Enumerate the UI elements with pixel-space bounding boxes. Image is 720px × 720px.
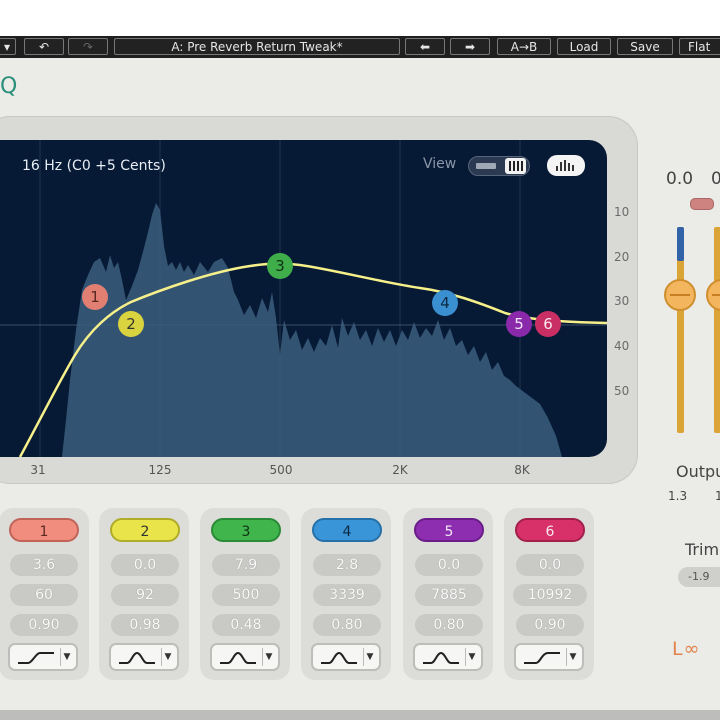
brand-logo: L∞ bbox=[672, 638, 701, 660]
band-2-gain[interactable]: 0.0 bbox=[111, 554, 179, 576]
top-margin bbox=[0, 0, 720, 36]
output-meter-readout-right: 0 bbox=[711, 169, 720, 189]
band-node-6[interactable]: 6 bbox=[535, 311, 561, 337]
dropdown-arrow-icon: ▼ bbox=[566, 648, 579, 666]
low-shelf-icon bbox=[18, 652, 54, 664]
load-button[interactable]: Load bbox=[557, 38, 611, 55]
band-5-q[interactable]: 0.80 bbox=[415, 614, 483, 636]
bottom-strip bbox=[0, 710, 720, 720]
band-6-gain[interactable]: 0.0 bbox=[516, 554, 584, 576]
output-value: 1.3 bbox=[668, 489, 688, 503]
dropdown-arrow-icon: ▼ bbox=[465, 648, 478, 666]
high-shelf-icon bbox=[524, 652, 560, 664]
redo-button[interactable]: ↷ bbox=[68, 38, 108, 55]
preset-name-field[interactable]: A: Pre Reverb Return Tweak* bbox=[114, 38, 400, 55]
band-6-frequency[interactable]: 10992 bbox=[513, 584, 587, 606]
band-6-toggle[interactable]: 6 bbox=[515, 518, 585, 542]
output-fader-handle-left[interactable] bbox=[664, 279, 696, 311]
band-node-1[interactable]: 1 bbox=[82, 284, 108, 310]
band-5-shape-select[interactable]: ▼ bbox=[413, 643, 483, 671]
freq-scale-label: 8K bbox=[514, 463, 530, 477]
output-label: Outpu bbox=[676, 462, 720, 481]
band-5-toggle[interactable]: 5 bbox=[414, 518, 484, 542]
view-label: View bbox=[423, 156, 457, 172]
db-scale-label: 10 bbox=[614, 205, 630, 219]
output-fader-track-right bbox=[714, 227, 720, 433]
band-1-shape-select[interactable]: ▼ bbox=[8, 643, 78, 671]
band-2-frequency[interactable]: 92 bbox=[111, 584, 179, 606]
db-scale-label: 30 bbox=[614, 294, 630, 308]
frequency-readout: 16 Hz (C0 +5 Cents) bbox=[22, 158, 166, 174]
band-node-2[interactable]: 2 bbox=[118, 311, 144, 337]
undo-button[interactable]: ↶ bbox=[24, 38, 64, 55]
dropdown-arrow-icon: ▼ bbox=[60, 648, 73, 666]
band-node-3[interactable]: 3 bbox=[267, 253, 293, 279]
band-3-shape-select[interactable]: ▼ bbox=[210, 643, 280, 671]
clip-indicator[interactable] bbox=[690, 198, 714, 210]
band-4-shape-select[interactable]: ▼ bbox=[311, 643, 381, 671]
freq-scale-label: 2K bbox=[392, 463, 408, 477]
band-node-5[interactable]: 5 bbox=[506, 311, 532, 337]
db-scale-label: 50 bbox=[614, 384, 630, 398]
bell-icon bbox=[119, 651, 155, 664]
compare-button[interactable]: A→B bbox=[497, 38, 551, 55]
band-3-gain[interactable]: 7.9 bbox=[212, 554, 280, 576]
spectrum-analyzer-button[interactable] bbox=[547, 155, 585, 176]
band-3-frequency[interactable]: 500 bbox=[212, 584, 280, 606]
bell-icon bbox=[220, 651, 256, 664]
band-4-q[interactable]: 0.80 bbox=[313, 614, 381, 636]
plugin-title: Q bbox=[0, 74, 18, 99]
dropdown-arrow-icon: ▼ bbox=[363, 648, 376, 666]
dropdown-arrow-icon: ▼ bbox=[262, 648, 275, 666]
band-6-shape-select[interactable]: ▼ bbox=[514, 643, 584, 671]
band-2-q[interactable]: 0.98 bbox=[111, 614, 179, 636]
save-button[interactable]: Save bbox=[617, 38, 673, 55]
output-value-right: 1 bbox=[715, 489, 720, 503]
db-scale-label: 40 bbox=[614, 339, 630, 353]
band-5-gain[interactable]: 0.0 bbox=[415, 554, 483, 576]
spectrum-icon bbox=[556, 160, 574, 171]
db-scale-label: 20 bbox=[614, 250, 630, 264]
freq-scale-label: 125 bbox=[148, 463, 172, 477]
band-1-toggle[interactable]: 1 bbox=[9, 518, 79, 542]
band-4-frequency[interactable]: 3339 bbox=[313, 584, 381, 606]
column-view-glyph bbox=[509, 161, 523, 171]
freq-scale-label: 31 bbox=[30, 463, 46, 477]
band-node-4[interactable]: 4 bbox=[432, 290, 458, 316]
redo-icon: ↷ bbox=[82, 40, 94, 54]
band-4-gain[interactable]: 2.8 bbox=[313, 554, 381, 576]
band-5-frequency[interactable]: 7885 bbox=[415, 584, 483, 606]
previous-preset-button[interactable]: ⬅ bbox=[405, 38, 445, 55]
bar-view-icon[interactable] bbox=[476, 163, 496, 169]
band-3-q[interactable]: 0.48 bbox=[212, 614, 280, 636]
output-level-meter-left bbox=[677, 227, 684, 261]
next-preset-button[interactable]: ➡ bbox=[450, 38, 490, 55]
trim-label: Trim bbox=[685, 540, 720, 559]
dropdown-arrow-icon: ▼ bbox=[161, 648, 174, 666]
flat-button[interactable]: Flat bbox=[679, 38, 720, 55]
bell-icon bbox=[321, 651, 357, 664]
band-3-toggle[interactable]: 3 bbox=[211, 518, 281, 542]
trim-value[interactable]: -1.9 bbox=[678, 567, 720, 587]
band-4-toggle[interactable]: 4 bbox=[312, 518, 382, 542]
dropdown-arrow-icon[interactable]: ▾ bbox=[0, 38, 16, 55]
band-1-q[interactable]: 0.90 bbox=[10, 614, 78, 636]
band-6-q[interactable]: 0.90 bbox=[516, 614, 584, 636]
band-2-toggle[interactable]: 2 bbox=[110, 518, 180, 542]
freq-scale-label: 500 bbox=[269, 463, 293, 477]
band-2-shape-select[interactable]: ▼ bbox=[109, 643, 179, 671]
band-1-frequency[interactable]: 60 bbox=[10, 584, 78, 606]
undo-icon: ↶ bbox=[38, 40, 50, 54]
bell-icon bbox=[423, 651, 459, 664]
output-meter-readout: 0.0 bbox=[666, 169, 694, 189]
band-1-gain[interactable]: 3.6 bbox=[10, 554, 78, 576]
column-view-icon[interactable] bbox=[505, 158, 526, 174]
